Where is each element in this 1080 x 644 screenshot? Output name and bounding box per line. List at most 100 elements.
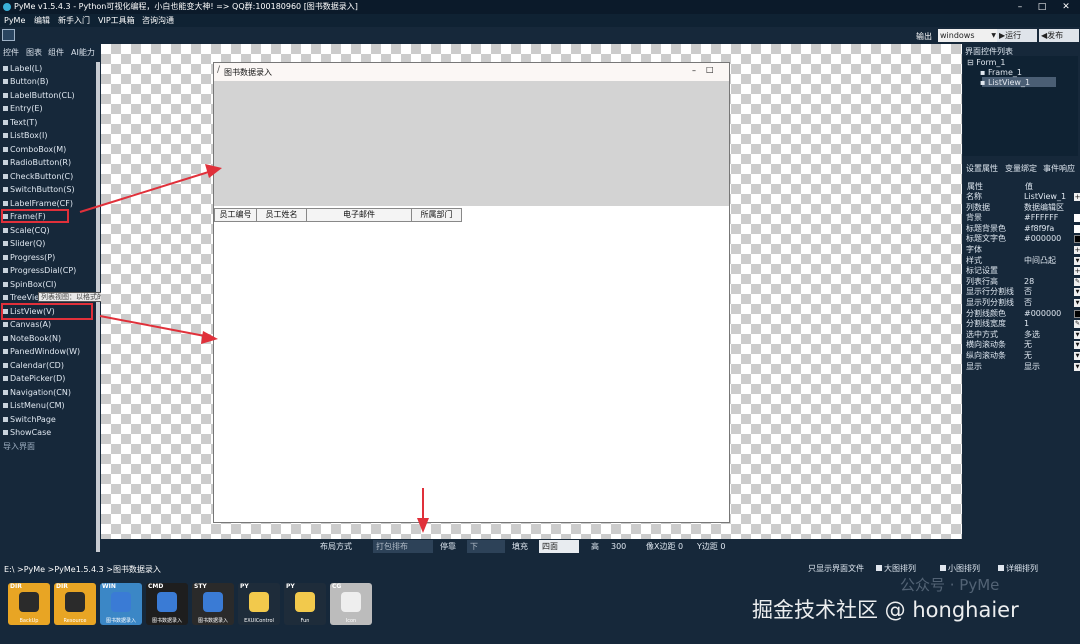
property-value[interactable]: 无: [1024, 351, 1032, 362]
tree-node-form[interactable]: ⊟ Form_1: [967, 58, 1006, 67]
property-value[interactable]: 中间凸起: [1024, 256, 1056, 267]
chevron-down-icon[interactable]: ▼: [1074, 330, 1080, 339]
tab-ai[interactable]: AI能力: [71, 47, 95, 58]
palette-item-button[interactable]: Button(B): [3, 76, 49, 88]
tab-controls[interactable]: 控件: [3, 47, 19, 58]
column-header[interactable]: 所属部门: [411, 208, 462, 222]
file-item[interactable]: STY 图书数据录入: [192, 583, 234, 625]
publish-button[interactable]: ◀发布: [1039, 29, 1079, 42]
palette-item-progressdial[interactable]: ProgressDial(CP): [3, 265, 76, 277]
tree-node-listview[interactable]: ▪ ListView_1: [980, 78, 1030, 87]
screen-icon[interactable]: [2, 29, 15, 41]
palette-item-switchpage[interactable]: SwitchPage: [3, 414, 56, 426]
palette-item-scale[interactable]: Scale(CQ): [3, 225, 50, 237]
form-window[interactable]: ∕ 图书数据录入 – □ 员工编号 员工姓名 电子邮件 所属部门: [213, 62, 730, 523]
edit-icon[interactable]: ✎: [1074, 277, 1080, 286]
pady-input[interactable]: Y边距 0: [694, 540, 734, 553]
menu-getting-started[interactable]: 新手入门: [58, 14, 90, 27]
menu-edit[interactable]: 编辑: [34, 14, 50, 27]
property-value[interactable]: 数据编辑区: [1024, 203, 1064, 214]
palette-item-canvas[interactable]: Canvas(A): [3, 319, 51, 331]
color-swatch-icon[interactable]: [1074, 235, 1080, 244]
property-value[interactable]: #f8f9fa: [1024, 224, 1054, 235]
import-ui-button[interactable]: 导入界面: [3, 441, 35, 453]
property-value[interactable]: #000000: [1024, 309, 1061, 320]
property-value[interactable]: #000000: [1024, 234, 1061, 245]
palette-item-listmenu[interactable]: ListMenu(CM): [3, 400, 65, 412]
menu-consult[interactable]: 咨询沟通: [142, 14, 174, 27]
tab-charts[interactable]: 图表: [26, 47, 42, 58]
palette-item-entry[interactable]: Entry(E): [3, 103, 43, 115]
file-item[interactable]: WIN 图书数据录入: [100, 583, 142, 625]
tab-components[interactable]: 组件: [48, 47, 64, 58]
form-minimize-button[interactable]: –: [692, 66, 696, 75]
file-item[interactable]: DIR BackUp: [8, 583, 50, 625]
close-button[interactable]: ✕: [1056, 0, 1076, 14]
palette-scrollbar[interactable]: [96, 62, 100, 552]
chevron-down-icon[interactable]: ▼: [1074, 299, 1080, 307]
tree-node-frame[interactable]: ▪ Frame_1: [980, 68, 1022, 77]
expand-icon[interactable]: +: [1074, 246, 1080, 254]
palette-item-listbox[interactable]: ListBox(I): [3, 130, 47, 142]
file-item[interactable]: DIR Resource: [54, 583, 96, 625]
palette-item-notebook[interactable]: NoteBook(N): [3, 333, 61, 345]
palette-item-panedwindow[interactable]: PanedWindow(W): [3, 346, 80, 358]
palette-item-navigation[interactable]: Navigation(CN): [3, 387, 71, 399]
palette-item-combobox[interactable]: ComboBox(M): [3, 144, 66, 156]
layout-select[interactable]: 打包排布: [373, 540, 433, 553]
color-swatch-icon[interactable]: [1074, 214, 1080, 223]
property-value[interactable]: 无: [1024, 340, 1032, 351]
only-ui-files-option[interactable]: 只显示界面文件: [808, 563, 864, 574]
expand-icon[interactable]: +: [1074, 193, 1080, 201]
small-icon-option[interactable]: 小图排列: [940, 563, 980, 574]
palette-item-labelbutton[interactable]: LabelButton(CL): [3, 90, 75, 102]
menu-pyme[interactable]: PyMe: [4, 14, 25, 27]
palette-item-spinbox[interactable]: SpinBox(CI): [3, 279, 57, 291]
detail-option[interactable]: 详细排列: [998, 563, 1038, 574]
expand-icon[interactable]: +: [1074, 267, 1080, 276]
padx-input[interactable]: 像X边距 0: [643, 540, 687, 553]
file-item[interactable]: PY Fun: [284, 583, 326, 625]
maximize-button[interactable]: □: [1032, 0, 1052, 14]
palette-item-datepicker[interactable]: DatePicker(D): [3, 373, 65, 385]
height-input[interactable]: 300: [608, 540, 633, 553]
color-swatch-icon[interactable]: [1074, 309, 1080, 318]
palette-item-label[interactable]: Label(L): [3, 63, 42, 75]
file-item[interactable]: PY EXUIControl: [238, 583, 280, 625]
palette-item-text[interactable]: Text(T): [3, 117, 37, 129]
form-maximize-button[interactable]: □: [706, 65, 714, 74]
tab-variable-binding[interactable]: 变量绑定: [1005, 163, 1037, 174]
property-value[interactable]: ListView_1: [1024, 192, 1066, 203]
property-value[interactable]: 28: [1024, 277, 1034, 288]
output-select[interactable]: windows ▼: [938, 29, 998, 42]
dock-select[interactable]: 下: [467, 540, 505, 553]
chevron-down-icon[interactable]: ▼: [1074, 288, 1080, 297]
property-value[interactable]: 显示: [1024, 362, 1040, 373]
file-item[interactable]: CG Icon: [330, 583, 372, 625]
palette-item-showcase[interactable]: ShowCase: [3, 427, 51, 439]
palette-item-radiobutton[interactable]: RadioButton(R): [3, 157, 71, 169]
tab-properties[interactable]: 设置属性: [966, 163, 998, 174]
tab-event-response[interactable]: 事件响应: [1043, 163, 1075, 174]
file-item[interactable]: CMD 图书数据录入: [146, 583, 188, 625]
palette-item-checkbutton[interactable]: CheckButton(C): [3, 171, 73, 183]
palette-item-slider[interactable]: Slider(Q): [3, 238, 45, 250]
edit-icon[interactable]: ✎: [1074, 320, 1080, 329]
chevron-down-icon[interactable]: ▼: [1074, 341, 1080, 350]
chevron-down-icon[interactable]: ▼: [1074, 256, 1080, 265]
menu-vip-tools[interactable]: VIP工具箱: [98, 14, 135, 27]
palette-item-calendar[interactable]: Calendar(CD): [3, 360, 64, 372]
column-header[interactable]: 电子邮件: [306, 208, 412, 222]
run-button[interactable]: ▶运行: [997, 29, 1037, 42]
listview-1[interactable]: 员工编号 员工姓名 电子邮件 所属部门: [214, 208, 729, 522]
minimize-button[interactable]: –: [1010, 0, 1030, 14]
column-header[interactable]: 员工姓名: [256, 208, 307, 222]
property-value[interactable]: 否: [1024, 287, 1032, 298]
frame-1[interactable]: [214, 81, 729, 206]
property-value[interactable]: 多选: [1024, 330, 1040, 341]
property-value[interactable]: 1: [1024, 319, 1029, 330]
chevron-down-icon[interactable]: ▼: [1074, 352, 1080, 360]
color-swatch-icon[interactable]: [1074, 224, 1080, 233]
large-icon-option[interactable]: 大图排列: [876, 563, 916, 574]
fill-select[interactable]: 四面: [539, 540, 579, 553]
